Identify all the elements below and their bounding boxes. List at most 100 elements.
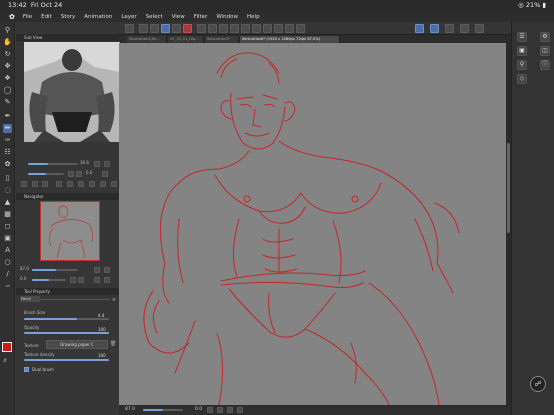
menu-edit[interactable]: Edit: [41, 14, 52, 20]
redo-icon[interactable]: [172, 24, 181, 33]
companion-icon[interactable]: ◇: [517, 74, 527, 84]
canvas-zoom-slider[interactable]: [143, 409, 183, 411]
zoom-in-icon[interactable]: [104, 161, 110, 167]
airbrush-icon[interactable]: ☷: [3, 148, 12, 157]
pen-icon[interactable]: ✒: [3, 112, 12, 121]
rotate-icon[interactable]: ↻: [3, 50, 12, 59]
pencil-icon[interactable]: ✏: [3, 124, 12, 133]
color-swap-icon[interactable]: ⇵: [3, 358, 12, 364]
crop-icon[interactable]: [241, 24, 250, 33]
undo-icon[interactable]: [161, 24, 170, 33]
app-logo-icon[interactable]: ✿: [9, 13, 15, 21]
fit-icon[interactable]: [67, 181, 73, 187]
info-icon[interactable]: ⓘ: [540, 60, 550, 70]
flip-icon[interactable]: [102, 171, 108, 177]
fullscreen-icon[interactable]: [475, 24, 484, 33]
navigator-thumbnail[interactable]: [40, 201, 100, 261]
gradient-icon[interactable]: ▩: [3, 210, 12, 219]
image-icon[interactable]: [89, 181, 95, 187]
eyedropper-sub-icon[interactable]: [21, 181, 27, 187]
reset-view-icon[interactable]: [237, 407, 243, 413]
view-icon[interactable]: ◫: [540, 46, 550, 56]
settings-sub-icon[interactable]: [100, 181, 106, 187]
settings-icon[interactable]: ⚙: [540, 32, 550, 42]
clear-icon[interactable]: [183, 24, 192, 33]
select-icon[interactable]: ❖: [3, 74, 12, 83]
expand-selection-icon[interactable]: [252, 24, 261, 33]
rotate-ccw-icon[interactable]: [207, 407, 213, 413]
nav-next-icon[interactable]: [42, 181, 48, 187]
nav-rotate-left-icon[interactable]: [70, 277, 76, 283]
hand-icon[interactable]: ✋: [3, 38, 12, 47]
eraser-icon[interactable]: ▯: [3, 174, 12, 183]
texture-select[interactable]: Drawing paper C: [46, 340, 108, 349]
balloon-icon[interactable]: ○: [3, 258, 12, 267]
layout-icon[interactable]: [460, 24, 469, 33]
stabilization-icon[interactable]: [415, 24, 424, 33]
search-icon[interactable]: ⚲: [517, 60, 527, 70]
tab-illustration6[interactable]: Illustration6* (1920 x 1080px 72dpi 87.0…: [240, 36, 340, 43]
texture-density-slider[interactable]: [24, 359, 109, 361]
nav-rotate-right-icon[interactable]: [78, 277, 84, 283]
decoration-icon[interactable]: ✿: [3, 160, 12, 169]
navigator-zoom-slider[interactable]: [32, 269, 78, 271]
new-canvas-icon[interactable]: [139, 24, 148, 33]
subview-rotate-slider[interactable]: [28, 173, 64, 175]
companion-mode-icon[interactable]: ☍: [530, 376, 546, 392]
menu-file[interactable]: File: [23, 14, 32, 20]
open-file-icon[interactable]: [78, 181, 84, 187]
menu-animation[interactable]: Animation: [84, 14, 112, 20]
text-icon[interactable]: A: [3, 246, 12, 255]
hamburger-menu-icon[interactable]: [125, 24, 134, 33]
opacity-slider[interactable]: [24, 332, 109, 334]
delete-sub-icon[interactable]: [111, 181, 117, 187]
rotate-right-icon[interactable]: [76, 171, 82, 177]
dual-brush-checkbox[interactable]: ✓: [24, 367, 29, 372]
menu-help[interactable]: Help: [247, 14, 260, 20]
save-icon[interactable]: [150, 24, 159, 33]
move-icon[interactable]: ✥: [3, 62, 12, 71]
zoom-icon[interactable]: ⚲: [3, 26, 12, 35]
menu-story[interactable]: Story: [61, 14, 76, 20]
subview-header[interactable]: Sub View: [16, 34, 119, 41]
transform-icon[interactable]: [197, 24, 206, 33]
scrollbar-thumb[interactable]: [507, 143, 510, 233]
lasso-icon[interactable]: ◯: [3, 86, 12, 95]
brush-icon[interactable]: ✑: [3, 136, 12, 145]
fill-selection-icon[interactable]: [208, 24, 217, 33]
frame-icon[interactable]: ▣: [3, 234, 12, 243]
brush-size-slider[interactable]: [24, 318, 109, 320]
material-icon[interactable]: ▣: [517, 46, 527, 56]
subview-zoom-slider[interactable]: [28, 163, 78, 165]
rotate-left-icon[interactable]: [68, 171, 74, 177]
nav-prev-icon[interactable]: [32, 181, 38, 187]
flip-horizontal-icon[interactable]: [227, 407, 233, 413]
invert-selection-icon[interactable]: [230, 24, 239, 33]
layers-icon[interactable]: ☰: [517, 32, 527, 42]
vector-snap-icon[interactable]: [430, 24, 439, 33]
navigator-rotate-slider[interactable]: [32, 279, 66, 281]
wrench-icon[interactable]: ⚒: [112, 297, 117, 302]
deselect-icon[interactable]: [219, 24, 228, 33]
correct-line-icon[interactable]: ∽: [3, 282, 12, 291]
main-color-swatch[interactable]: [2, 342, 12, 352]
nav-zoom-out-icon[interactable]: [94, 267, 100, 273]
nav-flip-h-icon[interactable]: [94, 277, 100, 283]
nav-zoom-in-icon[interactable]: [104, 267, 110, 273]
fill-icon[interactable]: ▲: [3, 198, 12, 207]
navigator-header[interactable]: Navigator: [16, 193, 119, 200]
menu-layer[interactable]: Layer: [121, 14, 136, 20]
zoom-out-icon[interactable]: [94, 161, 100, 167]
grid-icon[interactable]: [296, 24, 305, 33]
canvas-paper[interactable]: [119, 43, 507, 406]
menu-filter[interactable]: Filter: [194, 14, 208, 20]
menu-view[interactable]: View: [172, 14, 185, 20]
menu-window[interactable]: Window: [216, 14, 238, 20]
menu-select[interactable]: Select: [146, 14, 163, 20]
subview-reference-image[interactable]: [24, 42, 120, 142]
eyedropper-icon[interactable]: ✎: [3, 98, 12, 107]
rotate-cw-icon[interactable]: [217, 407, 223, 413]
blend-icon[interactable]: ◌: [3, 186, 12, 195]
ruler-toggle-icon[interactable]: [285, 24, 294, 33]
shrink-selection-icon[interactable]: [263, 24, 272, 33]
